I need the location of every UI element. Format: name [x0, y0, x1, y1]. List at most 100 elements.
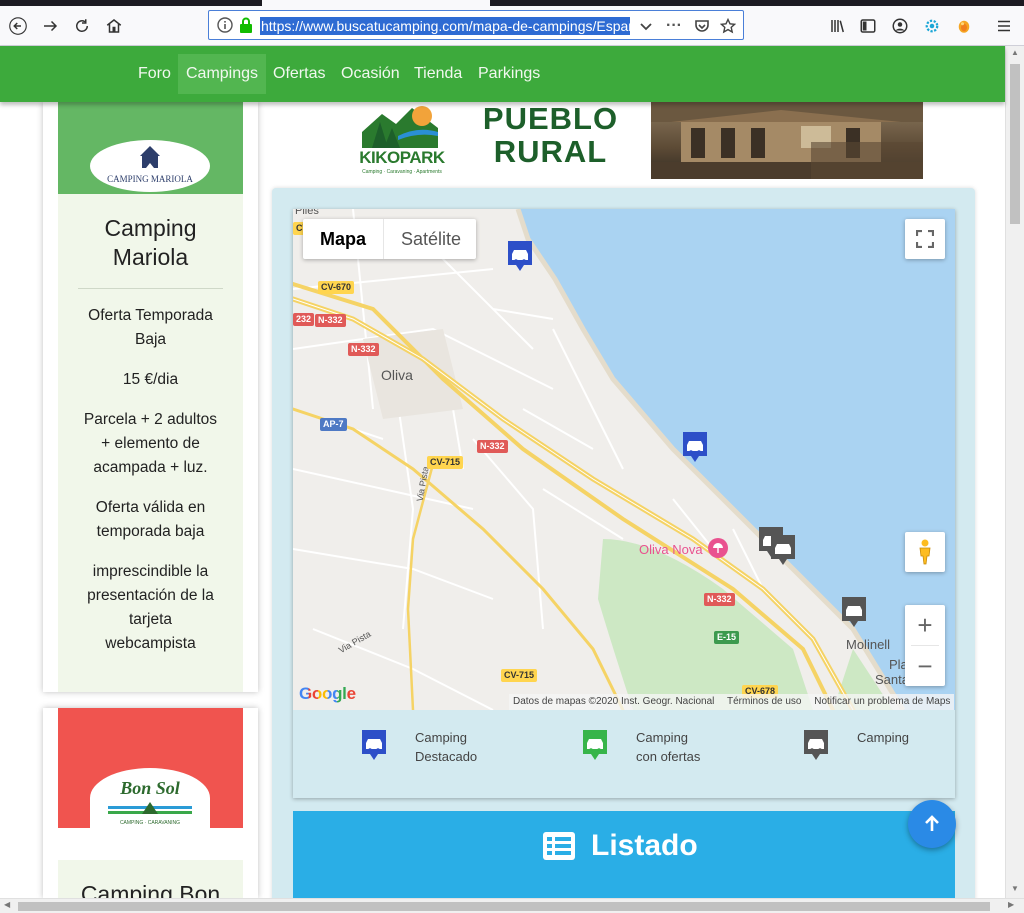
nav-campings[interactable]: Campings [178, 54, 267, 94]
card-divider [78, 288, 223, 289]
scroll-right-arrow-icon[interactable]: ▶ [1008, 900, 1014, 909]
listado-title: Listado [591, 829, 698, 862]
poi-umbrella-icon[interactable] [707, 537, 729, 559]
ad-banner[interactable]: KIKOPARK Camping · Caravaning · Apartmen… [338, 102, 923, 179]
horizontal-scroll-thumb[interactable] [18, 902, 990, 911]
camping-card-mariola[interactable]: CAMPING MARIOLA Camping Mariola Oferta T… [43, 102, 258, 692]
vertical-scroll-thumb[interactable] [1010, 64, 1020, 224]
map-label-top: Piles [295, 209, 319, 217]
scroll-up-arrow-icon[interactable]: ▲ [1010, 48, 1020, 57]
nav-ofertas[interactable]: Ofertas [265, 54, 333, 94]
svg-text:Bon Sol: Bon Sol [119, 778, 180, 798]
scroll-to-top-button[interactable] [908, 800, 956, 848]
back-arrow-icon[interactable] [2, 10, 34, 42]
scroll-down-arrow-icon[interactable]: ▼ [1010, 884, 1020, 893]
library-icon[interactable] [822, 10, 854, 42]
legend-featured-line1: Camping [415, 730, 468, 745]
listado-heading: Listado [543, 829, 698, 863]
pegman-icon [919, 539, 931, 565]
info-icon[interactable] [217, 17, 233, 33]
menu-icon[interactable] [988, 10, 1020, 42]
offer-valid-line1: Oferta válida en [95, 499, 206, 516]
card-title-line1: Camping [104, 215, 197, 241]
nav-foro[interactable]: Foro [130, 54, 179, 94]
camping-pin[interactable] [840, 595, 868, 629]
zoom-in-button[interactable]: + [905, 605, 945, 645]
offer-desc-line2: + elemento de [101, 435, 200, 452]
nav-tienda[interactable]: Tienda [406, 54, 470, 94]
map-terms-link[interactable]: Términos de uso [727, 696, 801, 707]
offer-note-line3: tarjeta [128, 611, 173, 628]
map-tiles[interactable] [293, 209, 955, 710]
arrow-up-icon [925, 815, 939, 831]
svg-text:CAMPING · CARAVANING: CAMPING · CARAVANING [120, 820, 180, 826]
map-type-satellite-button[interactable]: Satélite [384, 219, 478, 259]
camping-pin-featured[interactable] [681, 430, 709, 464]
offer-title-line2: Baja [134, 331, 167, 348]
map-label-santa: Santa [875, 672, 909, 687]
nav-parkings[interactable]: Parkings [470, 54, 548, 94]
road-shield-ap7: AP-7 [320, 418, 347, 431]
road-shield-n332-d: N-332 [704, 593, 735, 606]
camping-pin[interactable] [769, 533, 797, 567]
camping-bonsol-logo: Bon Sol CAMPING · CARAVANING [90, 768, 210, 828]
map-label-oliva: Oliva [381, 367, 413, 383]
kikopark-wordmark: KIKOPARK [359, 148, 445, 167]
lock-icon[interactable] [239, 17, 253, 33]
map-type-map-button[interactable]: Mapa [303, 219, 385, 259]
kikopark-subtitle: Camping · Caravaning · Apartments [362, 169, 442, 175]
kikopark-logo-icon [362, 102, 438, 148]
sidebar-icon[interactable] [852, 10, 884, 42]
extension-orange-icon[interactable] [948, 10, 980, 42]
offer-valid-line2: temporada baja [96, 523, 205, 540]
card-body: Camping Mariola Oferta Temporada Baja 15… [58, 194, 243, 692]
home-icon[interactable] [98, 10, 130, 42]
site-navbar: Foro Campings Ofertas Ocasión Tienda Par… [0, 46, 1005, 102]
dropdown-chevron-icon[interactable] [637, 17, 655, 35]
account-icon[interactable] [884, 10, 916, 42]
legend-offers-label: Camping con ofertas [636, 728, 700, 766]
street-view-pegman-button[interactable] [905, 532, 945, 572]
extension-gear-icon[interactable] [916, 10, 948, 42]
road-shield-n332-a: N-332 [315, 314, 346, 327]
banner-headline: PUEBLO RURAL [468, 102, 633, 168]
offer-note-line1: imprescindible la [92, 563, 209, 580]
banner-headline-line2: RURAL [493, 134, 608, 169]
camping-pin-featured[interactable] [506, 239, 534, 273]
map-report-link[interactable]: Notificar un problema de Maps [814, 696, 950, 707]
vertical-scrollbar[interactable]: ▲ ▼ [1005, 46, 1024, 898]
reload-icon[interactable] [66, 10, 98, 42]
svg-text:CAMPING MARIOLA: CAMPING MARIOLA [107, 174, 193, 184]
map-data-credit: Datos de mapas ©2020 Inst. Geogr. Nacion… [513, 696, 715, 707]
road-shield-e15: E-15 [714, 631, 740, 644]
road-shield-232: 232 [293, 313, 315, 326]
google-map[interactable]: Piles Oliva Oliva Nova Molinell Pla Sant… [293, 209, 955, 710]
card-body: Camping Bon [58, 860, 243, 907]
offer-note-line2: presentación de la [87, 587, 214, 604]
listado-section: Listado [293, 811, 955, 901]
url-bar[interactable]: https://www.buscatucamping.com/mapa-de-c… [208, 10, 744, 40]
fullscreen-button[interactable] [905, 219, 945, 259]
offer-title-line1: Oferta Temporada [88, 307, 213, 324]
road-shield-n332-c: N-332 [477, 440, 508, 453]
camping-card-bonsol[interactable]: Bon Sol CAMPING · CARAVANING Camping Bon [43, 708, 258, 907]
browser-toolbar: https://www.buscatucamping.com/mapa-de-c… [0, 6, 1024, 46]
url-text[interactable]: https://www.buscatucamping.com/mapa-de-c… [260, 17, 630, 35]
legend-normal-line1: Camping [857, 730, 910, 745]
zoom-out-button[interactable]: − [905, 646, 945, 686]
star-icon[interactable] [719, 17, 737, 35]
google-logo-text: Google [299, 684, 356, 703]
legend-normal-label: Camping [857, 728, 909, 747]
offer-desc-line3: acampada + luz. [93, 459, 208, 476]
google-logo[interactable]: Google [299, 684, 356, 704]
forward-arrow-icon[interactable] [34, 10, 66, 42]
pocket-icon[interactable] [693, 17, 711, 35]
horizontal-scrollbar[interactable]: ◀ ▶ [0, 898, 1024, 913]
road-shield-cv715-b: CV-715 [501, 669, 538, 682]
more-dots-icon[interactable]: ··· [665, 17, 683, 35]
scroll-left-arrow-icon[interactable]: ◀ [4, 900, 10, 909]
legend-offers-line2: con ofertas [636, 749, 701, 764]
nav-ocasion[interactable]: Ocasión [333, 54, 408, 94]
road-shield-n332-b: N-332 [348, 343, 379, 356]
legend-featured-pin-icon [362, 730, 386, 760]
